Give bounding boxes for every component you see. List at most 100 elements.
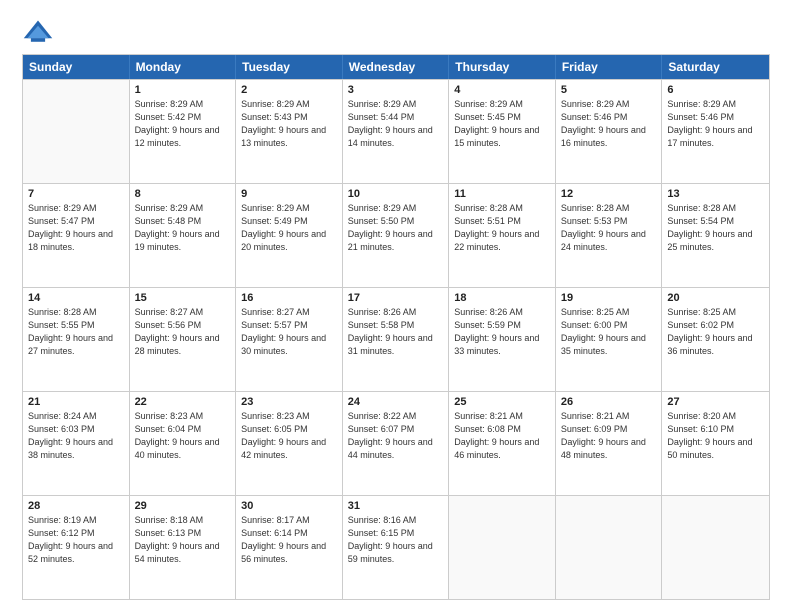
day-info: Sunrise: 8:24 AMSunset: 6:03 PMDaylight:… bbox=[28, 411, 113, 460]
day-info: Sunrise: 8:29 AMSunset: 5:48 PMDaylight:… bbox=[135, 203, 220, 252]
calendar-day-14: 14Sunrise: 8:28 AMSunset: 5:55 PMDayligh… bbox=[23, 288, 130, 391]
day-number: 30 bbox=[241, 500, 337, 512]
calendar-day-26: 26 Sunrise: 8:21 AMSunset: 6:09 PMDayligh… bbox=[556, 392, 663, 495]
calendar-header: SundayMondayTuesdayWednesdayThursdayFrid… bbox=[23, 55, 769, 79]
day-number: 1 bbox=[135, 84, 231, 96]
day-number: 26 bbox=[561, 396, 657, 408]
day-number: 25 bbox=[454, 396, 550, 408]
day-info: Sunrise: 8:29 AMSunset: 5:44 PMDaylight:… bbox=[348, 99, 433, 148]
calendar-day-12: 12 Sunrise: 8:28 AMSunset: 5:53 PMDayligh… bbox=[556, 184, 663, 287]
day-number: 21 bbox=[28, 396, 124, 408]
header bbox=[22, 18, 770, 46]
day-info: Sunrise: 8:26 AMSunset: 5:59 PMDaylight:… bbox=[454, 307, 539, 356]
calendar-day-17: 17 Sunrise: 8:26 AMSunset: 5:58 PMDayligh… bbox=[343, 288, 450, 391]
day-info: Sunrise: 8:29 AMSunset: 5:46 PMDaylight:… bbox=[561, 99, 646, 148]
day-info: Sunrise: 8:16 AMSunset: 6:15 PMDaylight:… bbox=[348, 515, 433, 564]
day-number: 12 bbox=[561, 188, 657, 200]
day-number: 8 bbox=[135, 188, 231, 200]
calendar-week-4: 21 Sunrise: 8:24 AMSunset: 6:03 PMDayligh… bbox=[23, 391, 769, 495]
logo-icon bbox=[22, 18, 54, 46]
calendar-body: 1 Sunrise: 8:29 AMSunset: 5:42 PMDaylight… bbox=[23, 79, 769, 599]
day-number: 6 bbox=[667, 84, 764, 96]
day-number: 16 bbox=[241, 292, 337, 304]
calendar-day-23: 23 Sunrise: 8:23 AMSunset: 6:05 PMDayligh… bbox=[236, 392, 343, 495]
calendar-day-20: 20Sunrise: 8:25 AMSunset: 6:02 PMDayligh… bbox=[662, 288, 769, 391]
calendar-day-2: 2 Sunrise: 8:29 AMSunset: 5:43 PMDaylight… bbox=[236, 80, 343, 183]
calendar-day-8: 8 Sunrise: 8:29 AMSunset: 5:48 PMDaylight… bbox=[130, 184, 237, 287]
calendar-day-empty bbox=[23, 80, 130, 183]
calendar-day-empty bbox=[662, 496, 769, 599]
calendar-day-11: 11 Sunrise: 8:28 AMSunset: 5:51 PMDayligh… bbox=[449, 184, 556, 287]
day-number: 22 bbox=[135, 396, 231, 408]
day-info: Sunrise: 8:26 AMSunset: 5:58 PMDaylight:… bbox=[348, 307, 433, 356]
logo bbox=[22, 18, 58, 46]
calendar-day-5: 5 Sunrise: 8:29 AMSunset: 5:46 PMDaylight… bbox=[556, 80, 663, 183]
day-info: Sunrise: 8:29 AMSunset: 5:50 PMDaylight:… bbox=[348, 203, 433, 252]
day-info: Sunrise: 8:19 AMSunset: 6:12 PMDaylight:… bbox=[28, 515, 113, 564]
day-number: 17 bbox=[348, 292, 444, 304]
day-number: 13 bbox=[667, 188, 764, 200]
day-number: 2 bbox=[241, 84, 337, 96]
calendar-day-21: 21 Sunrise: 8:24 AMSunset: 6:03 PMDayligh… bbox=[23, 392, 130, 495]
day-number: 23 bbox=[241, 396, 337, 408]
day-info: Sunrise: 8:28 AMSunset: 5:54 PMDaylight:… bbox=[667, 203, 752, 252]
calendar-day-16: 16Sunrise: 8:27 AMSunset: 5:57 PMDayligh… bbox=[236, 288, 343, 391]
calendar-day-22: 22 Sunrise: 8:23 AMSunset: 6:04 PMDayligh… bbox=[130, 392, 237, 495]
page: SundayMondayTuesdayWednesdayThursdayFrid… bbox=[0, 0, 792, 612]
calendar-day-1: 1 Sunrise: 8:29 AMSunset: 5:42 PMDaylight… bbox=[130, 80, 237, 183]
calendar-day-24: 24 Sunrise: 8:22 AMSunset: 6:07 PMDayligh… bbox=[343, 392, 450, 495]
calendar-day-6: 6Sunrise: 8:29 AMSunset: 5:46 PMDaylight… bbox=[662, 80, 769, 183]
day-info: Sunrise: 8:29 AMSunset: 5:42 PMDaylight:… bbox=[135, 99, 220, 148]
day-info: Sunrise: 8:18 AMSunset: 6:13 PMDaylight:… bbox=[135, 515, 220, 564]
day-info: Sunrise: 8:25 AMSunset: 6:00 PMDaylight:… bbox=[561, 307, 646, 356]
calendar-day-29: 29 Sunrise: 8:18 AMSunset: 6:13 PMDayligh… bbox=[130, 496, 237, 599]
day-number: 20 bbox=[667, 292, 764, 304]
calendar-day-15: 15Sunrise: 8:27 AMSunset: 5:56 PMDayligh… bbox=[130, 288, 237, 391]
day-info: Sunrise: 8:29 AMSunset: 5:43 PMDaylight:… bbox=[241, 99, 326, 148]
day-info: Sunrise: 8:20 AMSunset: 6:10 PMDaylight:… bbox=[667, 411, 752, 460]
calendar-day-4: 4Sunrise: 8:29 AMSunset: 5:45 PMDaylight… bbox=[449, 80, 556, 183]
header-day-saturday: Saturday bbox=[662, 55, 769, 79]
calendar-day-7: 7Sunrise: 8:29 AMSunset: 5:47 PMDaylight… bbox=[23, 184, 130, 287]
calendar-week-5: 28 Sunrise: 8:19 AMSunset: 6:12 PMDayligh… bbox=[23, 495, 769, 599]
calendar-day-31: 31 Sunrise: 8:16 AMSunset: 6:15 PMDayligh… bbox=[343, 496, 450, 599]
calendar-day-10: 10 Sunrise: 8:29 AMSunset: 5:50 PMDayligh… bbox=[343, 184, 450, 287]
calendar-day-3: 3Sunrise: 8:29 AMSunset: 5:44 PMDaylight… bbox=[343, 80, 450, 183]
day-number: 28 bbox=[28, 500, 124, 512]
header-day-monday: Monday bbox=[130, 55, 237, 79]
calendar-day-27: 27 Sunrise: 8:20 AMSunset: 6:10 PMDayligh… bbox=[662, 392, 769, 495]
header-day-thursday: Thursday bbox=[449, 55, 556, 79]
calendar: SundayMondayTuesdayWednesdayThursdayFrid… bbox=[22, 54, 770, 600]
header-day-sunday: Sunday bbox=[23, 55, 130, 79]
calendar-day-empty bbox=[449, 496, 556, 599]
day-number: 24 bbox=[348, 396, 444, 408]
day-info: Sunrise: 8:22 AMSunset: 6:07 PMDaylight:… bbox=[348, 411, 433, 460]
day-number: 9 bbox=[241, 188, 337, 200]
day-number: 10 bbox=[348, 188, 444, 200]
day-info: Sunrise: 8:17 AMSunset: 6:14 PMDaylight:… bbox=[241, 515, 326, 564]
calendar-day-30: 30 Sunrise: 8:17 AMSunset: 6:14 PMDayligh… bbox=[236, 496, 343, 599]
calendar-day-13: 13 Sunrise: 8:28 AMSunset: 5:54 PMDayligh… bbox=[662, 184, 769, 287]
calendar-day-9: 9Sunrise: 8:29 AMSunset: 5:49 PMDaylight… bbox=[236, 184, 343, 287]
day-number: 14 bbox=[28, 292, 124, 304]
calendar-week-3: 14Sunrise: 8:28 AMSunset: 5:55 PMDayligh… bbox=[23, 287, 769, 391]
day-info: Sunrise: 8:23 AMSunset: 6:05 PMDaylight:… bbox=[241, 411, 326, 460]
day-number: 27 bbox=[667, 396, 764, 408]
day-info: Sunrise: 8:21 AMSunset: 6:08 PMDaylight:… bbox=[454, 411, 539, 460]
day-number: 31 bbox=[348, 500, 444, 512]
day-info: Sunrise: 8:23 AMSunset: 6:04 PMDaylight:… bbox=[135, 411, 220, 460]
calendar-week-1: 1 Sunrise: 8:29 AMSunset: 5:42 PMDaylight… bbox=[23, 79, 769, 183]
day-number: 5 bbox=[561, 84, 657, 96]
calendar-week-2: 7Sunrise: 8:29 AMSunset: 5:47 PMDaylight… bbox=[23, 183, 769, 287]
day-number: 29 bbox=[135, 500, 231, 512]
day-info: Sunrise: 8:21 AMSunset: 6:09 PMDaylight:… bbox=[561, 411, 646, 460]
day-info: Sunrise: 8:28 AMSunset: 5:53 PMDaylight:… bbox=[561, 203, 646, 252]
calendar-day-18: 18 Sunrise: 8:26 AMSunset: 5:59 PMDayligh… bbox=[449, 288, 556, 391]
day-info: Sunrise: 8:29 AMSunset: 5:45 PMDaylight:… bbox=[454, 99, 539, 148]
header-day-wednesday: Wednesday bbox=[343, 55, 450, 79]
day-info: Sunrise: 8:28 AMSunset: 5:51 PMDaylight:… bbox=[454, 203, 539, 252]
day-number: 18 bbox=[454, 292, 550, 304]
calendar-day-19: 19Sunrise: 8:25 AMSunset: 6:00 PMDayligh… bbox=[556, 288, 663, 391]
calendar-day-empty bbox=[556, 496, 663, 599]
day-number: 11 bbox=[454, 188, 550, 200]
